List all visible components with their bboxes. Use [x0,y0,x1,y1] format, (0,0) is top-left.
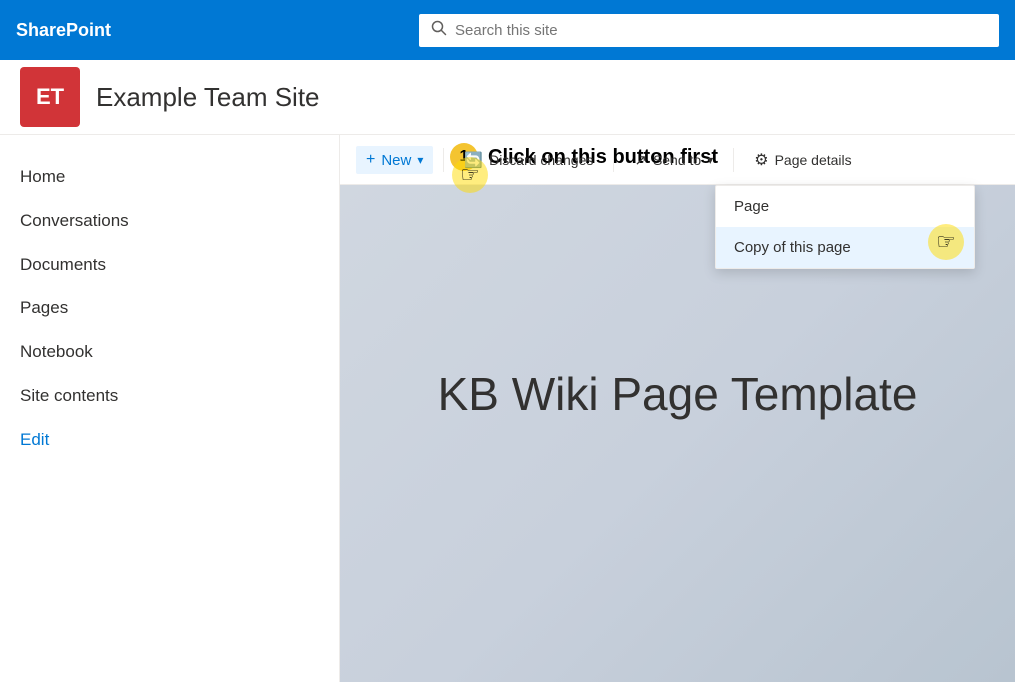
gear-icon: ⚙ [754,150,768,170]
sidebar: Home Conversations Documents Pages Noteb… [0,135,340,682]
send-to-icon: ↗ [634,151,647,169]
plus-icon: + [366,151,375,169]
app-logo: SharePoint [16,20,111,41]
sidebar-item-home[interactable]: Home [0,155,339,199]
site-logo: ET [20,67,80,127]
toolbar-separator-2 [613,148,614,172]
toolbar-separator-1 [443,148,444,172]
dropdown-item-page[interactable]: Page [716,186,974,227]
sidebar-item-notebook[interactable]: Notebook [0,330,339,374]
sidebar-item-pages[interactable]: Pages [0,286,339,330]
site-header: ET Example Team Site [0,60,1015,135]
search-box[interactable] [419,14,999,47]
site-title: Example Team Site [96,82,320,113]
new-button[interactable]: + New ▾ [356,146,433,174]
search-input[interactable] [455,22,987,39]
page-details-button[interactable]: ⚙ Page details [744,145,861,175]
content-area: 1 Click on this button first + New ▾ ☞ 🔄… [340,135,1015,682]
new-dropdown-menu: Page Copy of this page ☞ [715,185,975,269]
page-content-title: KB Wiki Page Template [438,367,918,421]
cursor-on-new: ☞ [452,157,488,193]
sidebar-item-conversations[interactable]: Conversations [0,199,339,243]
top-nav-bar: SharePoint [0,0,1015,60]
send-to-button[interactable]: ↗ Send to ▾ [624,146,723,174]
page-details-label: Page details [775,152,852,168]
cursor-on-copy: ☞ [928,224,964,260]
main-layout: Home Conversations Documents Pages Noteb… [0,135,1015,682]
send-to-label: Send to [653,152,701,168]
search-icon [431,20,447,41]
discard-changes-label: Discard changes [489,152,593,168]
new-button-label: New [381,152,411,169]
sidebar-item-site-contents[interactable]: Site contents [0,374,339,418]
sidebar-item-documents[interactable]: Documents [0,243,339,287]
chevron-down-icon: ▾ [417,153,423,167]
send-to-chevron-icon: ▾ [707,153,713,167]
toolbar-separator-3 [733,148,734,172]
sidebar-item-edit[interactable]: Edit [0,418,339,462]
